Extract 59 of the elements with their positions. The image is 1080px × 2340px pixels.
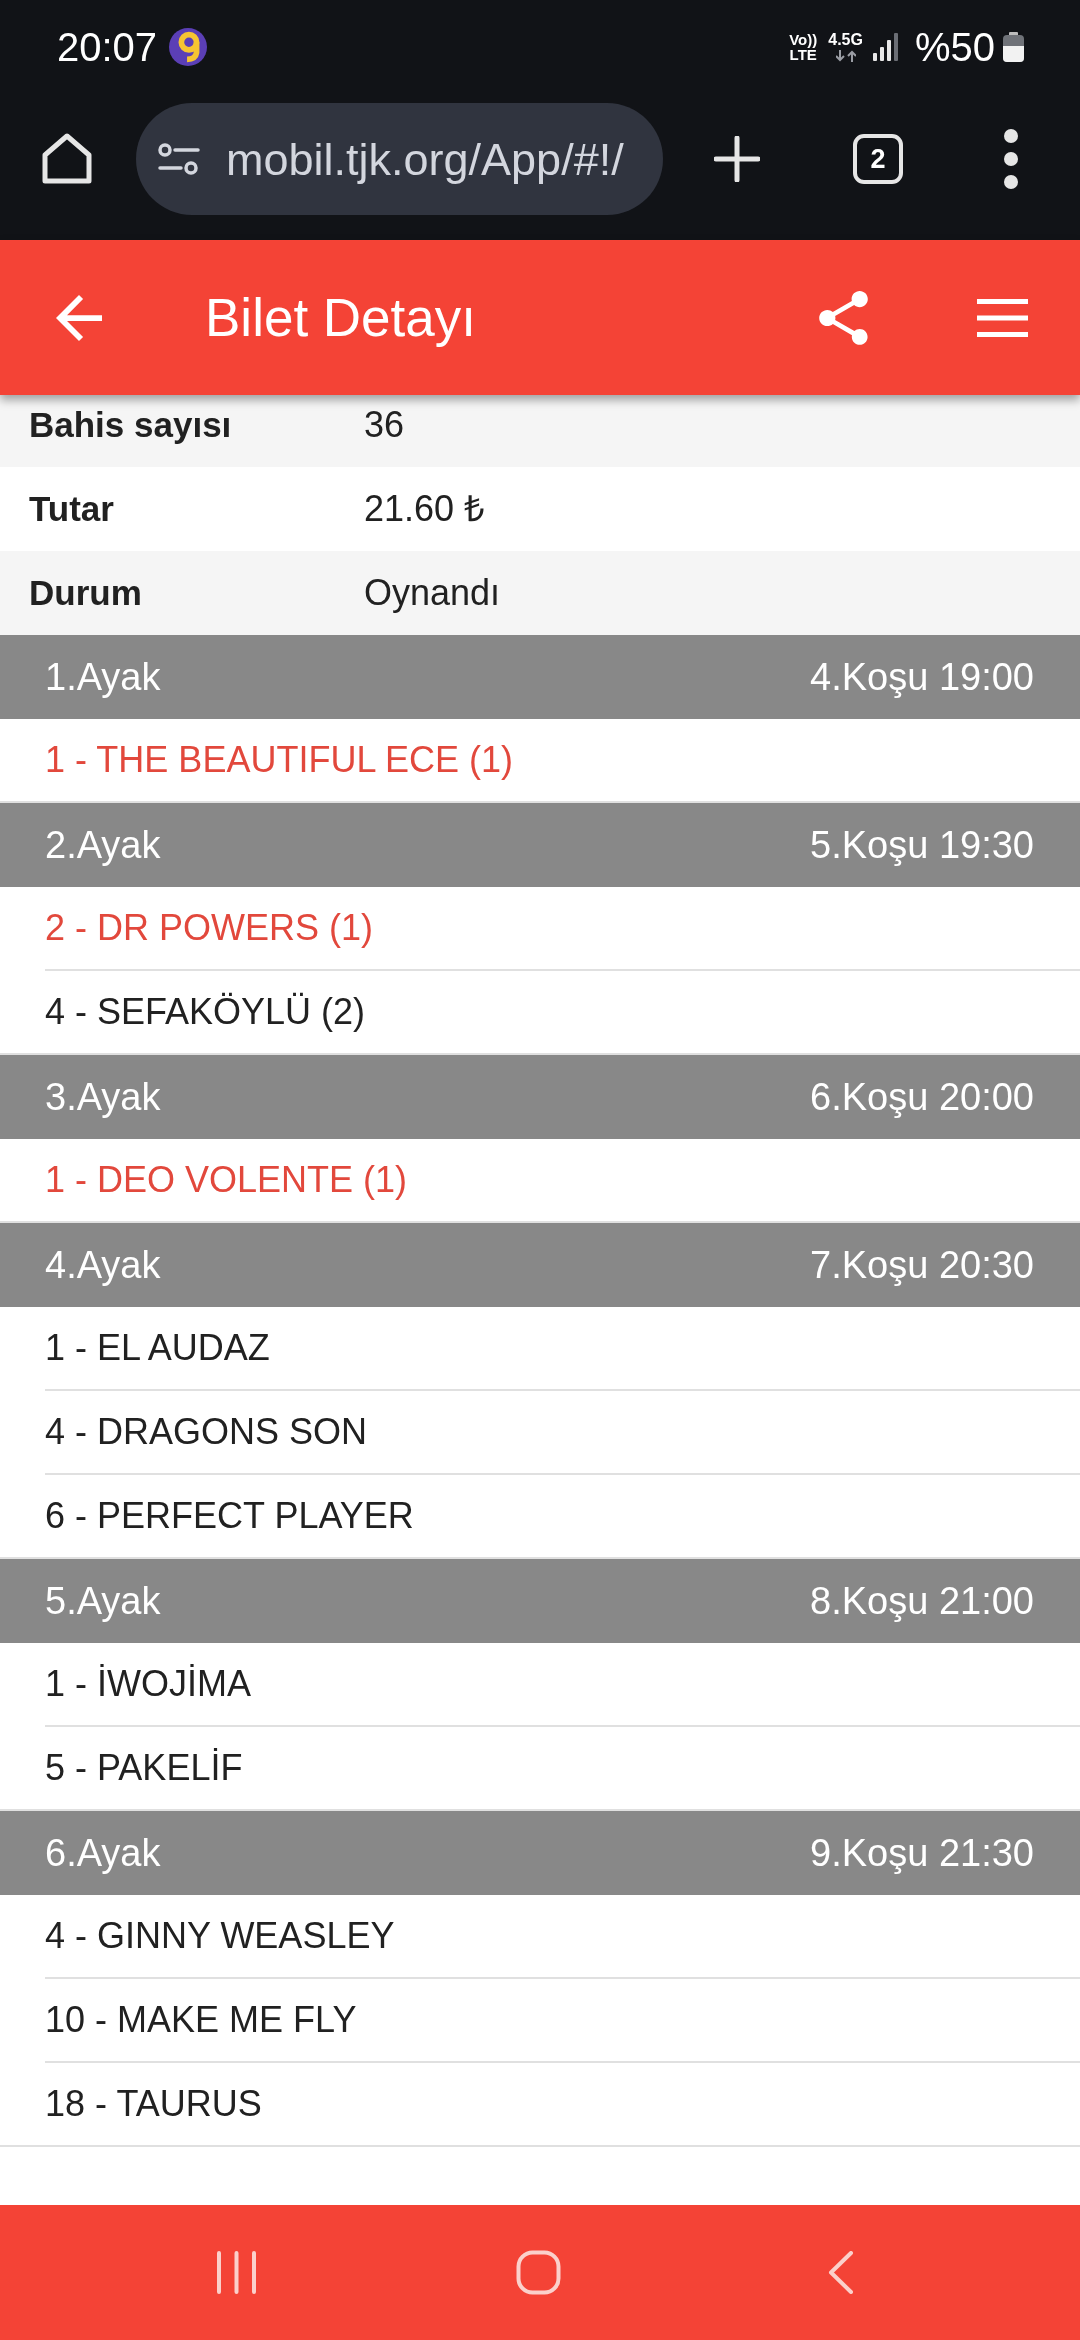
horse-entry: 18 - TAURUS [45,2086,262,2122]
app-notification-icon [169,28,208,66]
share-icon [818,290,869,345]
detail-value: 21.60 ₺ [364,487,486,531]
address-bar[interactable]: mobil.tjk.org/App/#!/ [136,103,663,215]
horse-entry: 1 - THE BEAUTIFUL ECE (1) [45,742,514,778]
home-icon [516,2250,561,2295]
leg-title: 4.Ayak [45,1246,161,1284]
menu-icon [977,298,1028,337]
recent-apps-button[interactable] [216,2251,257,2294]
battery-percent: %50 [914,27,995,67]
battery-icon [1003,32,1024,62]
leg-title: 1.Ayak [45,658,161,696]
detail-label: Tutar [29,488,114,528]
leg-title: 3.Ayak [45,1078,161,1116]
more-options-button[interactable] [1003,128,1019,190]
data-arrows-icon [835,50,856,62]
tab-switcher-button[interactable]: 2 [853,134,903,184]
race-info: 5.Koşu 19:30 [810,826,1034,864]
leg-title: 2.Ayak [45,826,161,864]
recent-apps-icon [216,2251,257,2294]
home-button[interactable] [41,133,93,185]
plus-icon [714,136,760,182]
horse-entry: 5 - PAKELİF [45,1750,243,1786]
share-button[interactable] [818,290,869,345]
horse-entry: 1 - EL AUDAZ [45,1330,270,1366]
leg-title: 6.Ayak [45,1834,161,1872]
detail-value: Oynandı [364,571,501,615]
detail-value: 36 [364,403,405,447]
system-back-button[interactable] [828,2251,854,2294]
back-button[interactable] [56,294,102,341]
horse-entry: 4 - SEFAKÖYLÜ (2) [45,994,366,1030]
home-icon [41,133,93,185]
volte-indicator: Vo)) LTE [789,32,818,62]
status-time: 20:07 [57,27,158,67]
race-info: 8.Koşu 21:00 [810,1582,1034,1620]
race-info: 7.Koşu 20:30 [810,1246,1034,1284]
back-arrow-icon [56,294,102,341]
horse-entry: 4 - DRAGONS SON [45,1414,368,1450]
horse-entry: 4 - GINNY WEASLEY [45,1918,395,1954]
horse-entry: 6 - PERFECT PLAYER [45,1498,414,1534]
more-options-icon [1003,128,1019,190]
detail-label: Bahis sayısı [29,404,232,444]
network-type: 4.5G [828,32,863,48]
race-info: 9.Koşu 21:30 [810,1834,1034,1872]
horse-entry: 1 - DEO VOLENTE (1) [45,1162,408,1198]
system-home-button[interactable] [516,2250,561,2295]
back-icon [828,2251,854,2294]
race-info: 4.Koşu 19:00 [810,658,1034,696]
detail-label: Durum [29,572,142,612]
site-settings-icon [158,142,200,176]
new-tab-button[interactable] [714,136,760,182]
horse-entry: 2 - DR POWERS (1) [45,910,374,946]
horse-entry: 1 - İWOJİMA [45,1666,251,1702]
horse-entry: 10 - MAKE ME FLY [45,2002,357,2038]
menu-button[interactable] [977,298,1028,337]
race-info: 6.Koşu 20:00 [810,1078,1034,1116]
signal-icon [872,33,898,61]
leg-title: 5.Ayak [45,1582,161,1620]
